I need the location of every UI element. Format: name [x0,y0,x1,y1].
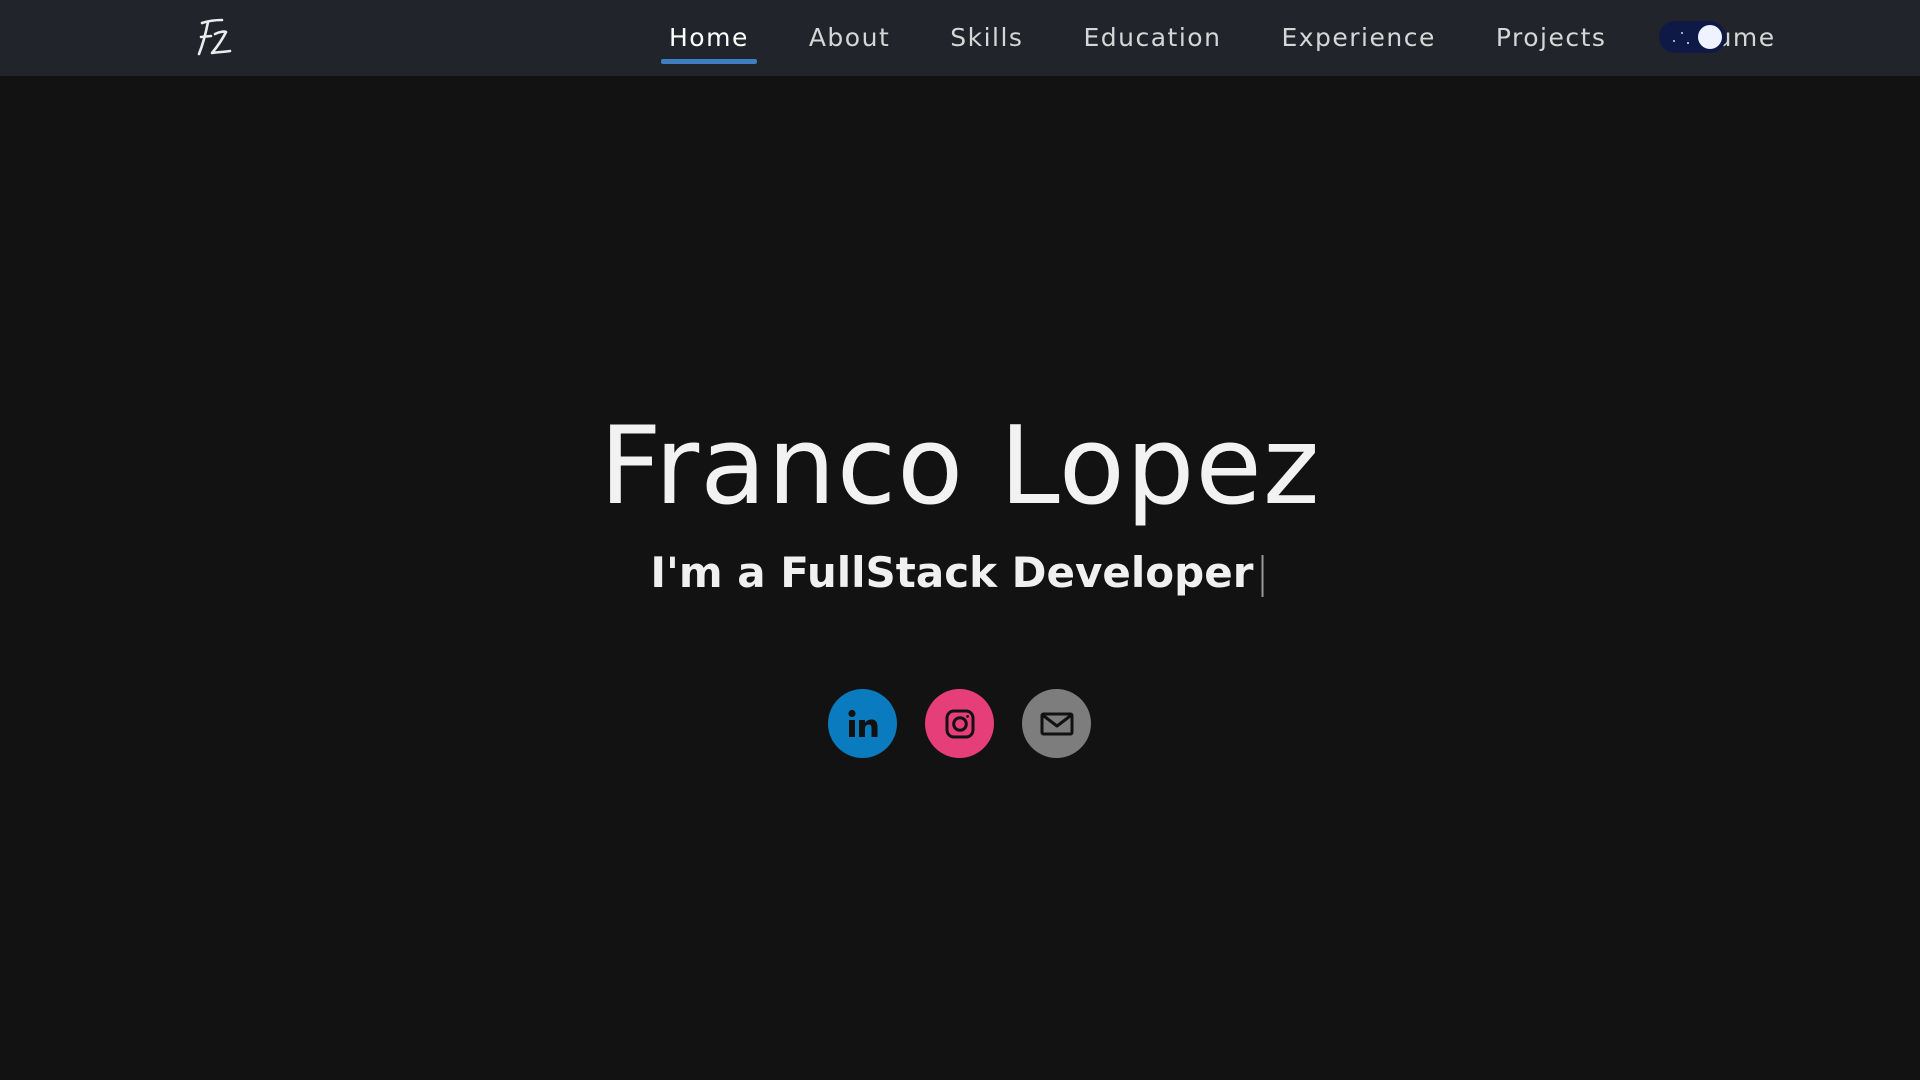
nav-item-experience[interactable]: Experience [1273,18,1443,58]
fl-signature-logo-icon[interactable] [192,14,234,60]
theme-toggle[interactable] [1659,21,1726,53]
social-links [828,689,1091,758]
linkedin-icon [847,709,877,737]
hero-tagline: I'm a FullStack Developer| [0,545,1920,601]
star-icon [1673,40,1675,42]
navbar: Home About Skills Education Experience P… [0,0,1920,76]
nav-links: Home About Skills Education Experience P… [661,0,1784,76]
nav-item-skills[interactable]: Skills [942,18,1031,58]
instagram-icon [945,709,974,738]
nav-item-projects[interactable]: Projects [1488,18,1615,58]
hero-name: Franco Lopez [599,404,1321,529]
typing-cursor: | [1255,548,1270,597]
linkedin-button[interactable] [828,689,897,758]
tagline-prefix: I'm a [650,548,781,597]
nav-item-about[interactable]: About [801,18,898,58]
mail-icon [1040,712,1073,735]
tagline-role: FullStack Developer [780,548,1254,597]
star-icon [1687,42,1689,44]
instagram-button[interactable] [925,689,994,758]
moon-stars-icon [1698,25,1722,49]
email-button[interactable] [1022,689,1091,758]
star-icon [1681,32,1683,34]
nav-item-education[interactable]: Education [1075,18,1229,58]
nav-item-home[interactable]: Home [661,18,757,64]
